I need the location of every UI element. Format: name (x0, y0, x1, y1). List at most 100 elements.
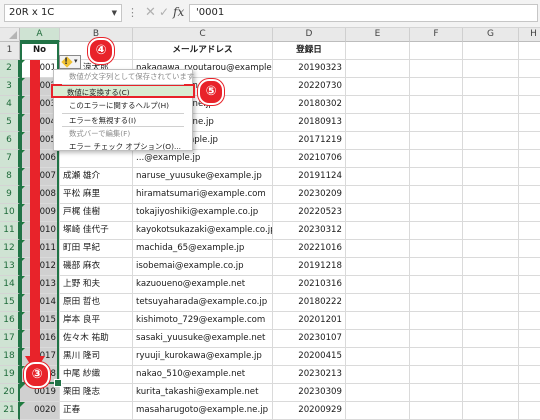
empty-cell[interactable] (463, 78, 519, 96)
empty-cell[interactable] (346, 96, 410, 114)
fill-handle[interactable] (54, 379, 62, 387)
select-all-corner[interactable] (0, 28, 20, 42)
table-cell[interactable]: 磯部 麻衣 (60, 258, 133, 276)
row-header[interactable]: 13 (0, 258, 20, 276)
empty-cell[interactable] (346, 150, 410, 168)
table-cell[interactable]: 中尾 紗織 (60, 366, 133, 384)
empty-cell[interactable] (463, 150, 519, 168)
row-header[interactable]: 21 (0, 402, 20, 420)
empty-cell[interactable] (346, 168, 410, 186)
empty-cell[interactable] (463, 204, 519, 222)
empty-cell[interactable] (410, 402, 463, 420)
empty-cell[interactable] (346, 114, 410, 132)
empty-cell[interactable] (463, 402, 519, 420)
row-header[interactable]: 14 (0, 276, 20, 294)
empty-cell[interactable] (463, 330, 519, 348)
empty-cell[interactable] (346, 258, 410, 276)
table-cell[interactable]: 20180913 (273, 114, 346, 132)
empty-cell[interactable] (463, 132, 519, 150)
empty-cell[interactable] (346, 204, 410, 222)
row-header[interactable]: 6 (0, 132, 20, 150)
empty-cell[interactable] (346, 60, 410, 78)
table-cell[interactable]: 0009 (20, 204, 60, 222)
table-cell[interactable]: 20180302 (273, 96, 346, 114)
empty-cell[interactable] (410, 276, 463, 294)
empty-cell[interactable] (346, 186, 410, 204)
empty-cell[interactable] (410, 258, 463, 276)
empty-cell[interactable] (410, 384, 463, 402)
empty-cell[interactable] (519, 366, 540, 384)
row-header[interactable]: 5 (0, 114, 20, 132)
empty-cell[interactable] (346, 132, 410, 150)
column-header-e[interactable]: E (346, 28, 410, 42)
empty-cell[interactable] (410, 366, 463, 384)
table-cell[interactable]: kishimoto_729@example.com (133, 312, 273, 330)
table-cell[interactable]: masaharugoto@example.ne.jp (133, 402, 273, 420)
empty-cell[interactable] (519, 168, 540, 186)
chevron-down-icon[interactable]: ▼ (112, 5, 117, 21)
empty-cell[interactable] (410, 114, 463, 132)
table-cell[interactable]: 平松 麻里 (60, 186, 133, 204)
empty-cell[interactable] (410, 132, 463, 150)
table-cell[interactable]: 20180222 (273, 294, 346, 312)
insert-function-button[interactable]: fx (173, 5, 184, 19)
empty-cell[interactable] (463, 366, 519, 384)
row-header[interactable]: 4 (0, 96, 20, 114)
empty-cell[interactable] (410, 240, 463, 258)
menu-item[interactable]: このエラーに関するヘルプ(H) (55, 99, 191, 113)
empty-cell[interactable] (519, 132, 540, 150)
table-cell[interactable]: machida_65@example.jp (133, 240, 273, 258)
table-cell[interactable]: 20210316 (273, 276, 346, 294)
table-cell[interactable]: 町田 早紀 (60, 240, 133, 258)
table-cell[interactable]: 20201201 (273, 312, 346, 330)
row-header[interactable]: 7 (0, 150, 20, 168)
column-header-f[interactable]: F (410, 28, 463, 42)
row-header[interactable]: 1 (0, 42, 20, 60)
empty-cell[interactable] (410, 348, 463, 366)
column-header-c[interactable]: C (133, 28, 273, 42)
empty-cell[interactable] (519, 294, 540, 312)
empty-cell[interactable] (463, 168, 519, 186)
table-cell[interactable]: 0014 (20, 294, 60, 312)
empty-cell[interactable] (346, 42, 410, 60)
table-cell[interactable]: 塚崎 佳代子 (60, 222, 133, 240)
empty-cell[interactable] (519, 150, 540, 168)
table-cell[interactable]: 20190323 (273, 60, 346, 78)
empty-cell[interactable] (519, 240, 540, 258)
table-cell[interactable]: 0016 (20, 330, 60, 348)
table-cell[interactable]: 20200415 (273, 348, 346, 366)
empty-cell[interactable] (410, 186, 463, 204)
empty-cell[interactable] (463, 348, 519, 366)
table-cell[interactable]: isobemai@example.co.jp (133, 258, 273, 276)
empty-cell[interactable] (519, 276, 540, 294)
table-cell[interactable]: kayokotsukazaki@example.co.jp (133, 222, 273, 240)
empty-cell[interactable] (346, 384, 410, 402)
table-cell[interactable]: 戸梶 佳樹 (60, 204, 133, 222)
row-header[interactable]: 19 (0, 366, 20, 384)
table-cell[interactable]: 0020 (20, 402, 60, 420)
empty-cell[interactable] (346, 402, 410, 420)
row-header[interactable]: 18 (0, 348, 20, 366)
table-cell[interactable]: 20221016 (273, 240, 346, 258)
empty-cell[interactable] (410, 168, 463, 186)
empty-cell[interactable] (346, 78, 410, 96)
table-cell[interactable]: 0008 (20, 186, 60, 204)
empty-cell[interactable] (346, 222, 410, 240)
row-header[interactable]: 12 (0, 240, 20, 258)
empty-cell[interactable] (346, 312, 410, 330)
empty-cell[interactable] (463, 60, 519, 78)
table-cell[interactable]: 0006 (20, 150, 60, 168)
table-cell[interactable]: hiramatsumari@example.com (133, 186, 273, 204)
empty-cell[interactable] (463, 114, 519, 132)
empty-cell[interactable] (519, 258, 540, 276)
table-cell[interactable]: naruse_yuusuke@example.jp (133, 168, 273, 186)
empty-cell[interactable] (519, 330, 540, 348)
table-cell[interactable]: 佐々木 祐助 (60, 330, 133, 348)
enter-icon[interactable]: ✓ (159, 5, 169, 19)
row-header[interactable]: 17 (0, 330, 20, 348)
table-cell[interactable]: 原田 哲也 (60, 294, 133, 312)
table-cell[interactable]: 上野 和夫 (60, 276, 133, 294)
table-cell[interactable]: 20230309 (273, 384, 346, 402)
table-cell[interactable]: 0010 (20, 222, 60, 240)
row-header[interactable]: 16 (0, 312, 20, 330)
